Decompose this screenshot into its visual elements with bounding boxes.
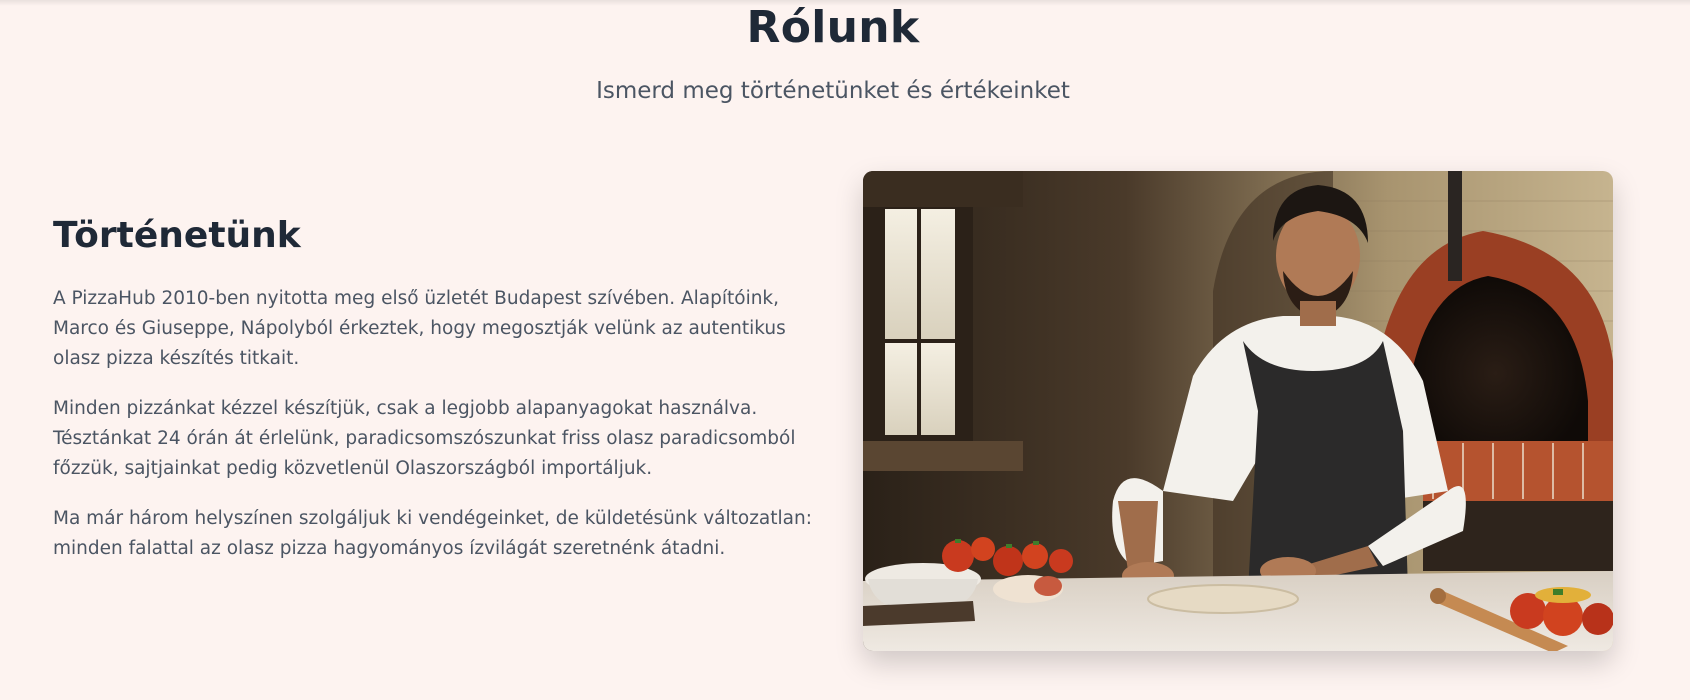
story-paragraph-3: Ma már három helyszínen szolgáljuk ki ve… <box>53 508 812 559</box>
section-title: Rólunk <box>746 2 920 53</box>
story-block: Történetünk A PizzaHub 2010-ben nyitotta… <box>53 215 823 584</box>
about-section: Rólunk Ismerd meg történetünket és érték… <box>0 0 1690 700</box>
story-paragraph-2: Minden pizzánkat kézzel készítjük, csak … <box>53 398 796 479</box>
story-paragraph-1: A PizzaHub 2010-ben nyitotta meg első üz… <box>53 288 786 369</box>
section-subtitle: Ismerd meg történetünket és értékeinket <box>596 78 1070 104</box>
story-heading: Történetünk <box>53 215 301 256</box>
chef-photo <box>863 171 1613 651</box>
